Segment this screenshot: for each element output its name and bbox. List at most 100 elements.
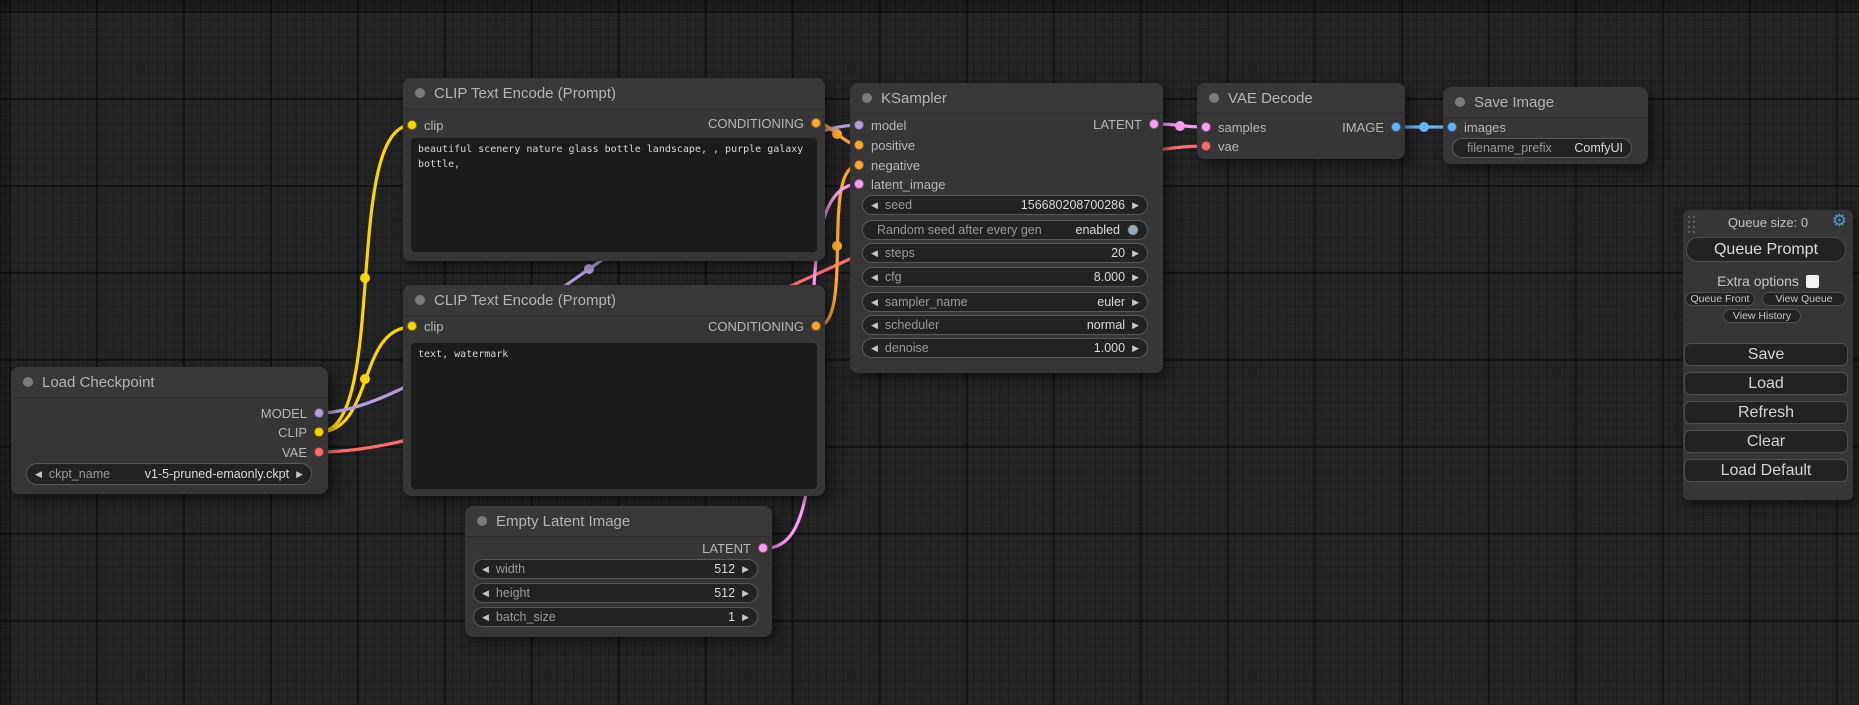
increment-arrow-icon[interactable]: ▶ [1132, 321, 1139, 330]
widget-steps[interactable]: ◀steps20▶ [862, 243, 1148, 263]
decrement-arrow-icon[interactable]: ◀ [871, 273, 878, 282]
node-load-checkpoint[interactable]: Load CheckpointMODELCLIPVAE◀ckpt_namev1-… [11, 367, 328, 494]
output-model-dot-icon[interactable] [314, 408, 324, 418]
comfyui-canvas[interactable]: { "canvas": { "background": "#232323", "… [0, 0, 1859, 705]
queue-prompt-button[interactable]: Queue Prompt [1686, 237, 1846, 262]
output-conditioning-dot-icon[interactable] [811, 321, 821, 331]
increment-arrow-icon[interactable]: ▶ [742, 589, 749, 598]
decrement-arrow-icon[interactable]: ◀ [482, 589, 489, 598]
widget-value: 1.000 [1094, 341, 1125, 355]
decrement-arrow-icon[interactable]: ◀ [871, 249, 878, 258]
node-title-bar[interactable]: KSampler [850, 83, 1163, 114]
node-ksampler[interactable]: KSamplermodelpositivenegativelatent_imag… [850, 83, 1163, 373]
decrement-arrow-icon[interactable]: ◀ [871, 321, 878, 330]
widget-random-seed-after-every-gen[interactable]: Random seed after every genenabled [862, 220, 1148, 240]
node-title-bar[interactable]: Empty Latent Image [465, 506, 772, 537]
node-title-label: Empty Latent Image [496, 513, 630, 530]
collapse-dot-icon[interactable] [1209, 93, 1219, 103]
input-images-dot-icon[interactable] [1447, 122, 1457, 132]
decrement-arrow-icon[interactable]: ◀ [482, 613, 489, 622]
decrement-arrow-icon[interactable]: ◀ [482, 565, 489, 574]
input-label: samples [1218, 120, 1266, 135]
input-vae-dot-icon[interactable] [1201, 141, 1211, 151]
widget-seed[interactable]: ◀seed156680208700286▶ [862, 195, 1148, 215]
increment-arrow-icon[interactable]: ▶ [1132, 344, 1139, 353]
widget-height[interactable]: ◀height512▶ [473, 583, 758, 603]
widget-scheduler[interactable]: ◀schedulernormal▶ [862, 315, 1148, 335]
node-title-bar[interactable]: CLIP Text Encode (Prompt) [403, 285, 825, 316]
output-image-dot-icon[interactable] [1391, 122, 1401, 132]
node-empty-latent-image[interactable]: Empty Latent ImageLATENT◀width512▶◀heigh… [465, 506, 772, 637]
link-dot-clip-to-prompt-1[interactable] [360, 273, 370, 283]
output-conditioning-dot-icon[interactable] [811, 118, 821, 128]
collapse-dot-icon[interactable] [862, 93, 872, 103]
link-dot-conditioning-to-negative[interactable] [832, 241, 842, 251]
widget-label: steps [885, 246, 915, 260]
collapse-dot-icon[interactable] [477, 516, 487, 526]
widget-denoise[interactable]: ◀denoise1.000▶ [862, 338, 1148, 358]
input-samples-dot-icon[interactable] [1201, 122, 1211, 132]
decrement-arrow-icon[interactable]: ◀ [35, 470, 42, 479]
queue-front-button[interactable]: Queue Front [1685, 292, 1755, 306]
clear-button[interactable]: Clear [1684, 430, 1848, 453]
output-latent-dot-icon[interactable] [758, 543, 768, 553]
increment-arrow-icon[interactable]: ▶ [1132, 298, 1139, 307]
widget-sampler-name[interactable]: ◀sampler_nameeuler▶ [862, 292, 1148, 312]
node-vae-decode[interactable]: VAE DecodesamplesvaeIMAGE [1197, 83, 1405, 159]
prompt-textarea[interactable]: text, watermark [411, 343, 817, 489]
input-model-dot-icon[interactable] [854, 120, 864, 130]
link-dot-clip-to-prompt-2[interactable] [360, 374, 370, 384]
load-button[interactable]: Load [1684, 372, 1848, 395]
widget-width[interactable]: ◀width512▶ [473, 559, 758, 579]
increment-arrow-icon[interactable]: ▶ [742, 613, 749, 622]
view-queue-button[interactable]: View Queue [1762, 292, 1846, 306]
prompt-textarea[interactable]: beautiful scenery nature glass bottle la… [411, 138, 817, 252]
output-vae-dot-icon[interactable] [314, 447, 324, 457]
collapse-dot-icon[interactable] [1455, 97, 1465, 107]
input-negative-dot-icon[interactable] [854, 160, 864, 170]
increment-arrow-icon[interactable]: ▶ [1132, 249, 1139, 258]
node-title-bar[interactable]: Save Image [1443, 87, 1648, 118]
link-dot-latent-to-samples[interactable] [1175, 121, 1185, 131]
widget-value: 156680208700286 [1021, 198, 1125, 212]
node-save-image[interactable]: Save Imageimagesfilename_prefixComfyUI [1443, 87, 1648, 164]
collapse-dot-icon[interactable] [415, 295, 425, 305]
widget-batch-size[interactable]: ◀batch_size1▶ [473, 607, 758, 627]
output-label: IMAGE [1342, 120, 1384, 135]
collapse-dot-icon[interactable] [23, 377, 33, 387]
decrement-arrow-icon[interactable]: ◀ [871, 201, 878, 210]
node-title-bar[interactable]: Load Checkpoint [11, 367, 328, 398]
input-positive-dot-icon[interactable] [854, 140, 864, 150]
toggle-dot-icon[interactable] [1127, 224, 1139, 236]
collapse-dot-icon[interactable] [415, 88, 425, 98]
node-title-bar[interactable]: CLIP Text Encode (Prompt) [403, 78, 825, 109]
decrement-arrow-icon[interactable]: ◀ [871, 298, 878, 307]
widget-ckpt-name[interactable]: ◀ckpt_namev1-5-pruned-emaonly.ckpt▶ [26, 463, 312, 485]
gear-icon[interactable]: ⚙ [1832, 211, 1847, 231]
increment-arrow-icon[interactable]: ▶ [1132, 273, 1139, 282]
widget-filename-prefix[interactable]: filename_prefixComfyUI [1452, 138, 1632, 158]
view-history-button[interactable]: View History [1723, 309, 1801, 323]
node-clip-text-encode-prompt-2[interactable]: CLIP Text Encode (Prompt)clipCONDITIONIN… [403, 285, 825, 496]
increment-arrow-icon[interactable]: ▶ [1132, 201, 1139, 210]
output-latent-dot-icon[interactable] [1149, 119, 1159, 129]
increment-arrow-icon[interactable]: ▶ [742, 565, 749, 574]
node-clip-text-encode-prompt[interactable]: CLIP Text Encode (Prompt)clipCONDITIONIN… [403, 78, 825, 261]
input-positive: positive [854, 135, 915, 155]
refresh-button[interactable]: Refresh [1684, 401, 1848, 424]
output-clip-dot-icon[interactable] [314, 427, 324, 437]
input-clip-dot-icon[interactable] [407, 120, 417, 130]
link-dot-image-to-images[interactable] [1419, 122, 1429, 132]
widget-cfg[interactable]: ◀cfg8.000▶ [862, 267, 1148, 287]
decrement-arrow-icon[interactable]: ◀ [871, 344, 878, 353]
link-dot-conditioning-to-positive[interactable] [832, 129, 842, 139]
node-title-bar[interactable]: VAE Decode [1197, 83, 1405, 114]
increment-arrow-icon[interactable]: ▶ [296, 470, 303, 479]
save-button[interactable]: Save [1684, 343, 1848, 366]
load-default-button[interactable]: Load Default [1684, 459, 1848, 482]
extra-options-checkbox[interactable] [1806, 275, 1819, 288]
node-title-label: Load Checkpoint [42, 374, 155, 391]
input-latent-image-dot-icon[interactable] [854, 179, 864, 189]
link-dot-model-to-ksampler[interactable] [584, 264, 594, 274]
input-clip-dot-icon[interactable] [407, 321, 417, 331]
